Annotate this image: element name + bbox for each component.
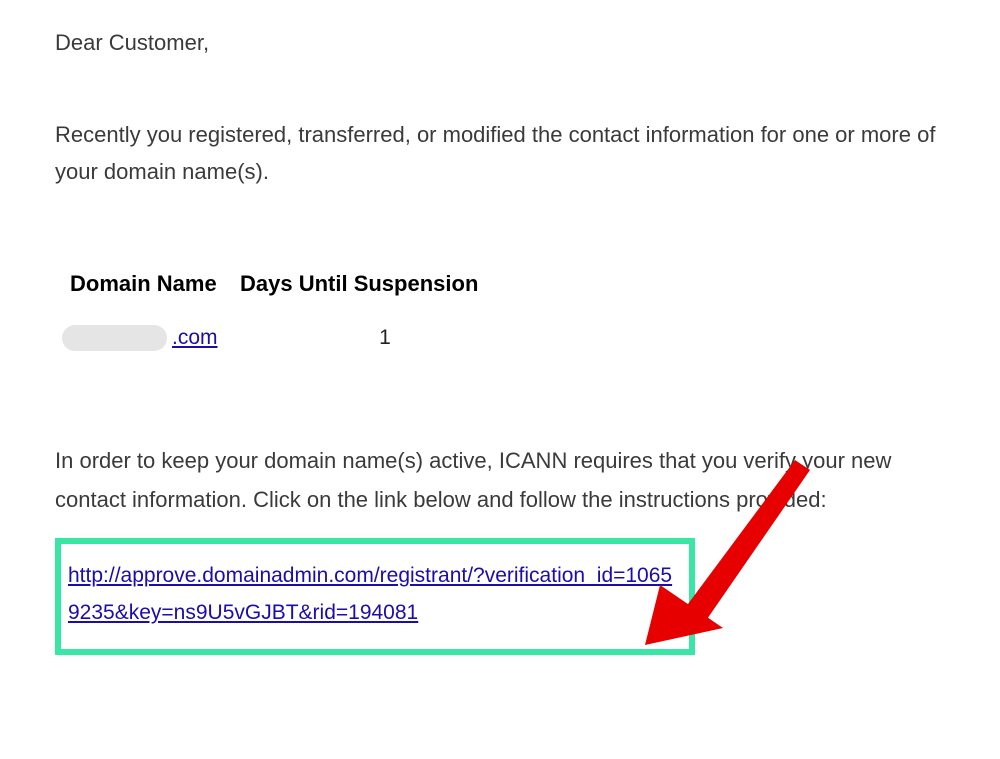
instruction-paragraph: In order to keep your domain name(s) act… [55, 441, 945, 520]
table-header-row: Domain Name Days Until Suspension [70, 271, 945, 297]
verification-link[interactable]: http://approve.domainadmin.com/registran… [68, 564, 672, 624]
table-row: .com 1 [70, 325, 945, 351]
domain-table: Domain Name Days Until Suspension .com 1 [70, 271, 945, 351]
domain-cell: .com [70, 325, 220, 351]
verification-link-highlight: http://approve.domainadmin.com/registran… [55, 538, 695, 656]
column-header-days: Days Until Suspension [240, 271, 490, 297]
domain-link[interactable]: .com [172, 326, 218, 350]
intro-paragraph: Recently you registered, transferred, or… [55, 116, 945, 191]
column-header-domain: Domain Name [70, 271, 220, 297]
days-value: 1 [240, 326, 490, 350]
redacted-domain-name [62, 325, 167, 351]
greeting-text: Dear Customer, [55, 30, 945, 56]
